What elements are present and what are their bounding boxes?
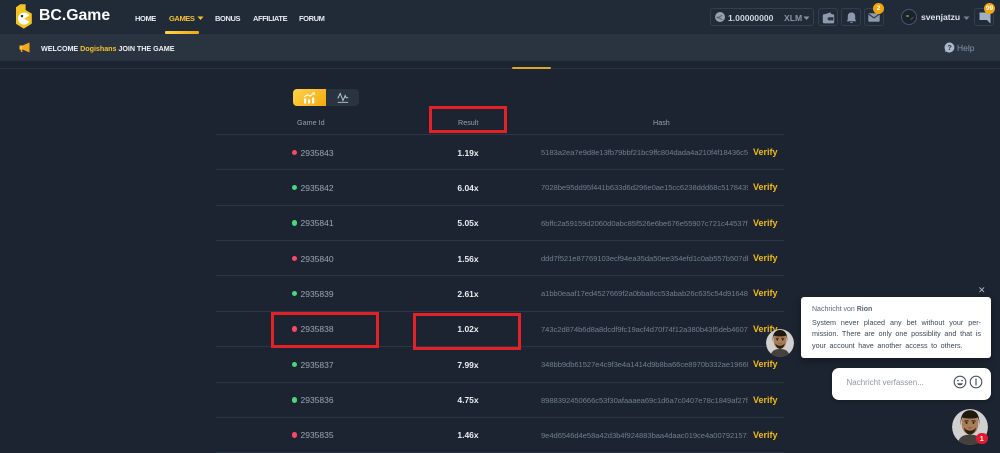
svg-text:?: ?: [947, 43, 952, 52]
